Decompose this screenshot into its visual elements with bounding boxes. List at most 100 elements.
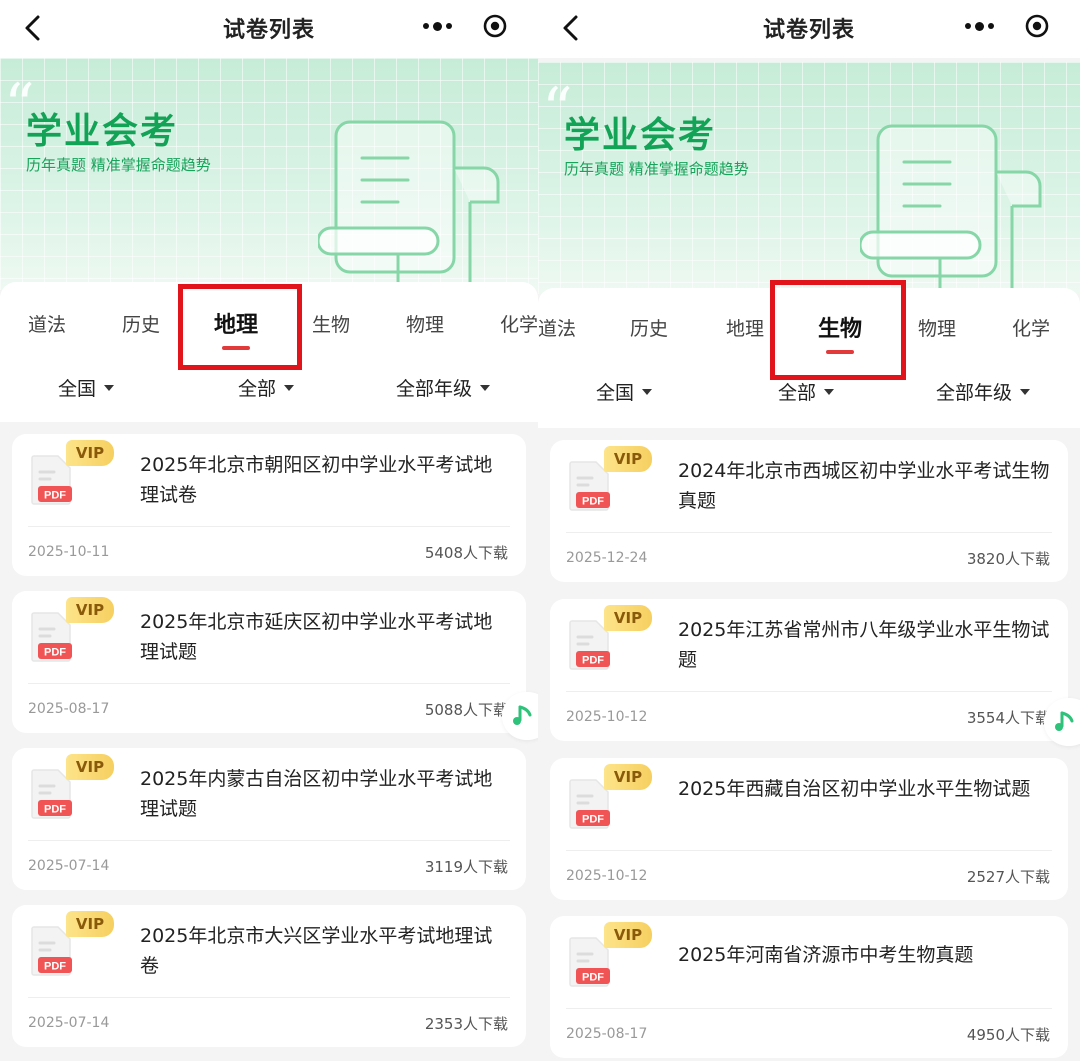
svg-text:PDF: PDF xyxy=(44,961,66,973)
divider xyxy=(28,683,510,684)
card-title: 2025年北京市延庆区初中学业水平考试地理试题 xyxy=(140,611,493,663)
list-item[interactable]: PDF VIP 2025年江苏省常州市八年级学业水平生物试题 2025-10-1… xyxy=(550,599,1068,741)
target-icon[interactable] xyxy=(1008,4,1066,48)
scroll-illustration xyxy=(860,124,1042,292)
nav-bar: 试卷列表 xyxy=(538,0,1080,58)
divider xyxy=(566,1008,1052,1009)
scroll-illustration xyxy=(318,120,500,288)
vip-badge: VIP xyxy=(66,597,114,623)
nav-bar: 试卷列表 xyxy=(0,0,538,58)
list-item[interactable]: PDF VIP 2025年北京市朝阳区初中学业水平考试地理试卷 2025-10-… xyxy=(12,434,526,576)
download-count: 5088人下载 xyxy=(424,701,508,719)
tab-chemistry[interactable]: 化学 xyxy=(1012,314,1050,341)
highlight-box xyxy=(770,280,906,380)
svg-text:PDF: PDF xyxy=(582,972,604,984)
svg-text:PDF: PDF xyxy=(44,490,66,502)
more-dots-icon[interactable] xyxy=(950,4,1008,48)
filter-grade-label: 全部年级 xyxy=(396,378,473,400)
card-title: 2025年内蒙古自治区初中学业水平考试地理试题 xyxy=(140,768,493,820)
vip-badge: VIP xyxy=(66,754,114,780)
svg-text:PDF: PDF xyxy=(582,814,604,826)
divider xyxy=(566,850,1052,851)
mini-program-capsule xyxy=(408,4,524,48)
download-count: 3119人下载 xyxy=(424,858,508,876)
filter-region[interactable]: 全国 xyxy=(596,378,653,405)
card-date: 2025-10-12 xyxy=(566,868,648,884)
filter-type-label: 全部 xyxy=(238,378,277,400)
card-title: 2025年西藏自治区初中学业水平生物试题 xyxy=(678,778,1031,800)
list-item[interactable]: PDF VIP 2025年河南省济源市中考生物真题 2025-08-17 495… xyxy=(550,916,1068,1058)
card-title: 2025年北京市大兴区学业水平考试地理试卷 xyxy=(140,925,493,977)
list-item[interactable]: PDF VIP 2025年北京市大兴区学业水平考试地理试卷 2025-07-14… xyxy=(12,905,526,1047)
tab-physics[interactable]: 物理 xyxy=(406,310,444,337)
filter-grade-label: 全部年级 xyxy=(936,382,1013,404)
banner-title: 学业会考 xyxy=(564,115,717,156)
vip-badge: VIP xyxy=(604,605,652,631)
tab-chemistry[interactable]: 化学 xyxy=(500,310,538,337)
download-count: 4950人下载 xyxy=(966,1026,1050,1044)
tab-geography[interactable]: 地理 xyxy=(726,314,764,341)
download-count: 2527人下载 xyxy=(966,868,1050,886)
card-date: 2025-10-12 xyxy=(566,709,648,725)
svg-text:PDF: PDF xyxy=(582,496,604,508)
divider xyxy=(28,526,510,527)
tab-history[interactable]: 历史 xyxy=(630,314,668,341)
list-item[interactable]: PDF VIP 2025年内蒙古自治区初中学业水平考试地理试题 2025-07-… xyxy=(12,748,526,890)
list-item[interactable]: PDF VIP 2025年西藏自治区初中学业水平生物试题 2025-10-12 … xyxy=(550,758,1068,900)
vip-badge: VIP xyxy=(66,911,114,937)
vip-badge: VIP xyxy=(66,440,114,466)
mini-program-capsule xyxy=(950,4,1066,48)
filter-type[interactable]: 全部 xyxy=(778,378,835,405)
tab-daofa[interactable]: 道法 xyxy=(28,310,66,337)
divider xyxy=(566,691,1052,692)
caret-down-icon xyxy=(104,384,115,391)
banner: “ 学业会考 历年真题 精准掌握命题趋势 xyxy=(538,62,1080,294)
download-count: 3820人下载 xyxy=(966,550,1050,568)
download-count: 2353人下载 xyxy=(424,1015,508,1033)
card-date: 2025-07-14 xyxy=(28,858,110,874)
tab-physics[interactable]: 物理 xyxy=(918,314,956,341)
svg-text:PDF: PDF xyxy=(582,655,604,667)
card-title: 2024年北京市西城区初中学业水平考试生物真题 xyxy=(678,460,1050,512)
card-title: 2025年河南省济源市中考生物真题 xyxy=(678,944,974,966)
filter-region[interactable]: 全国 xyxy=(58,374,115,401)
banner-subtitle: 历年真题 精准掌握命题趋势 xyxy=(26,156,211,174)
tabs-and-filters: 道法 历史 地理 生物 物理 化学 全国 全部 全部年级 xyxy=(538,280,1080,428)
caret-down-icon xyxy=(480,384,491,391)
filter-grade[interactable]: 全部年级 xyxy=(936,378,1031,405)
banner: “ 学业会考 历年真题 精准掌握命题趋势 xyxy=(0,58,538,290)
caret-down-icon xyxy=(824,388,835,395)
card-date: 2025-07-14 xyxy=(28,1015,110,1031)
vip-badge: VIP xyxy=(604,922,652,948)
filter-region-label: 全国 xyxy=(58,378,97,400)
vip-badge: VIP xyxy=(604,764,652,790)
tabs-and-filters: 道法 历史 地理 生物 物理 化学 全国 全部 全部年级 xyxy=(0,282,538,422)
card-date: 2025-12-24 xyxy=(566,550,648,566)
list-item[interactable]: PDF VIP 2025年北京市延庆区初中学业水平考试地理试题 2025-08-… xyxy=(12,591,526,733)
svg-text:PDF: PDF xyxy=(44,804,66,816)
divider xyxy=(566,532,1052,533)
svg-text:PDF: PDF xyxy=(44,647,66,659)
banner-subtitle: 历年真题 精准掌握命题趋势 xyxy=(564,160,749,178)
tab-biology[interactable]: 生物 xyxy=(312,310,350,337)
caret-down-icon xyxy=(642,388,653,395)
tab-history[interactable]: 历史 xyxy=(122,310,160,337)
vip-badge: VIP xyxy=(604,446,652,472)
download-count: 5408人下载 xyxy=(424,544,508,562)
tab-daofa[interactable]: 道法 xyxy=(538,314,576,341)
list-item[interactable]: PDF VIP 2024年北京市西城区初中学业水平考试生物真题 2025-12-… xyxy=(550,440,1068,582)
filter-grade[interactable]: 全部年级 xyxy=(396,374,491,401)
divider xyxy=(28,997,510,998)
left-screen: 试卷列表 “ 学业会考 历年真题 精准掌握命题趋势 道法 历史 地理 生物 物理 xyxy=(0,0,538,1061)
more-dots-icon[interactable] xyxy=(408,4,466,48)
card-title: 2025年北京市朝阳区初中学业水平考试地理试卷 xyxy=(140,454,493,506)
banner-title: 学业会考 xyxy=(26,111,179,152)
filter-type[interactable]: 全部 xyxy=(238,374,295,401)
divider xyxy=(28,840,510,841)
target-icon[interactable] xyxy=(466,4,524,48)
filter-type-label: 全部 xyxy=(778,382,817,404)
card-date: 2025-08-17 xyxy=(28,701,110,717)
card-date: 2025-10-11 xyxy=(28,544,110,560)
card-title: 2025年江苏省常州市八年级学业水平生物试题 xyxy=(678,619,1050,671)
highlight-box xyxy=(178,284,302,370)
